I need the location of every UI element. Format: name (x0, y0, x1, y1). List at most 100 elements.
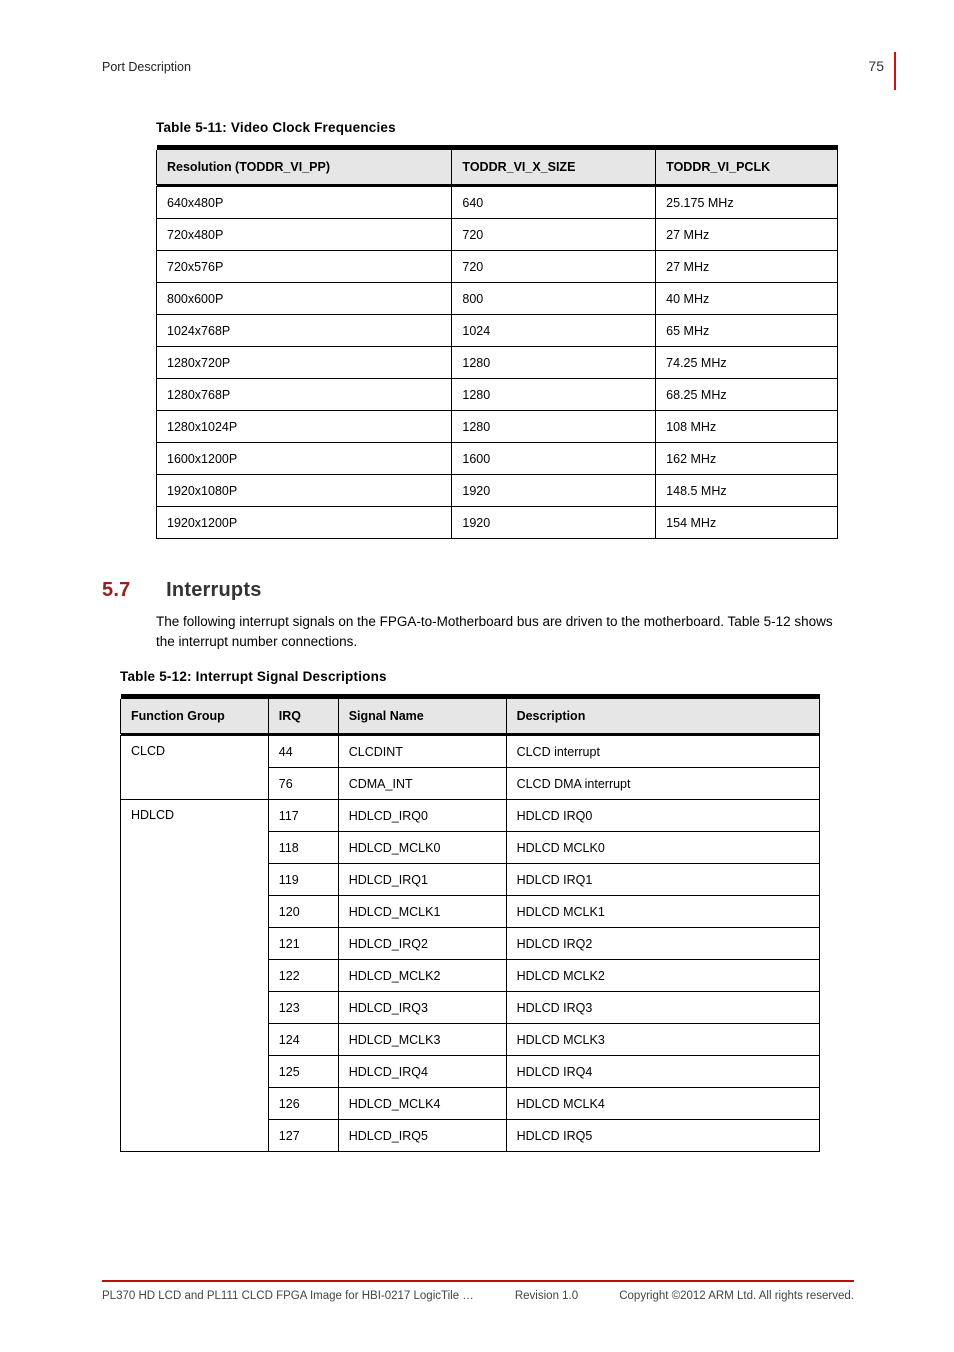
t2-cell-irq: 76 (268, 768, 338, 800)
table-row: 1280x1024P1280108 MHz (157, 411, 838, 443)
t1-cell-xsize: 1280 (452, 411, 656, 443)
table-row: 1280x768P128068.25 MHz (157, 379, 838, 411)
table-row: 720x576P72027 MHz (157, 251, 838, 283)
t1-cell-pclk: 65 MHz (656, 315, 838, 347)
t1-cell-resolution: 1920x1200P (157, 507, 452, 539)
t2-cell-signal: CLCDINT (338, 736, 506, 768)
t1-cell-resolution: 800x600P (157, 283, 452, 315)
t2-cell-irq: 118 (268, 832, 338, 864)
t2-cell-signal: HDLCD_IRQ3 (338, 992, 506, 1024)
t1-cell-pclk: 162 MHz (656, 443, 838, 475)
t1-cell-resolution: 1024x768P (157, 315, 452, 347)
table-row: 640x480P64025.175 MHz (157, 187, 838, 219)
t2-cell-signal: HDLCD_IRQ1 (338, 864, 506, 896)
t1-cell-resolution: 1280x768P (157, 379, 452, 411)
table-5-12: Function Group IRQ Signal Name Descripti… (120, 694, 820, 1152)
t2-cell-desc: HDLCD IRQ4 (506, 1056, 819, 1088)
t2-cell-irq: 126 (268, 1088, 338, 1120)
t1-cell-xsize: 1920 (452, 507, 656, 539)
t2-cell-desc: HDLCD IRQ1 (506, 864, 819, 896)
t1-cell-pclk: 27 MHz (656, 251, 838, 283)
t2-cell-signal: HDLCD_MCLK2 (338, 960, 506, 992)
t2-cell-irq: 117 (268, 800, 338, 832)
t1-cell-xsize: 1600 (452, 443, 656, 475)
t2-cell-irq: 44 (268, 736, 338, 768)
t2-cell-irq: 125 (268, 1056, 338, 1088)
t2-cell-signal: HDLCD_MCLK3 (338, 1024, 506, 1056)
table-row: 1024x768P102465 MHz (157, 315, 838, 347)
t2-cell-signal: HDLCD_IRQ2 (338, 928, 506, 960)
t1-cell-xsize: 800 (452, 283, 656, 315)
t2-cell-irq: 119 (268, 864, 338, 896)
page-number-corner: 75 (860, 58, 890, 76)
table-row: 1920x1200P1920154 MHz (157, 507, 838, 539)
t2-cell-signal: CDMA_INT (338, 768, 506, 800)
t1-cell-pclk: 40 MHz (656, 283, 838, 315)
section-heading: 5.7 Interrupts (102, 579, 854, 602)
t2-cell-irq: 127 (268, 1120, 338, 1152)
footer-rule (102, 1280, 854, 1282)
page-number-accent-bar (894, 52, 896, 90)
t1-cell-xsize: 720 (452, 251, 656, 283)
t2-cell-desc: HDLCD MCLK4 (506, 1088, 819, 1120)
t2-cell-signal: HDLCD_MCLK1 (338, 896, 506, 928)
table-row: 800x600P80040 MHz (157, 283, 838, 315)
t2-cell-group: HDLCD (121, 800, 269, 1152)
t1-cell-resolution: 1600x1200P (157, 443, 452, 475)
t1-cell-pclk: 25.175 MHz (656, 187, 838, 219)
section-body-text: The following interrupt signals on the F… (156, 612, 854, 651)
table-row: HDLCD117HDLCD_IRQ0HDLCD IRQ0 (121, 800, 820, 832)
t1-cell-xsize: 640 (452, 187, 656, 219)
page: 75 Port Description Table 5-11: Video Cl… (0, 0, 954, 1352)
t2-cell-desc: HDLCD MCLK3 (506, 1024, 819, 1056)
t1-cell-resolution: 720x576P (157, 251, 452, 283)
t1-cell-pclk: 27 MHz (656, 219, 838, 251)
t2-cell-desc: HDLCD MCLK1 (506, 896, 819, 928)
table-5-11: Resolution (TODDR_VI_PP) TODDR_VI_X_SIZE… (156, 145, 838, 539)
table-5-12-caption: Table 5-12: Interrupt Signal Description… (120, 669, 854, 684)
table-row: CLCD44CLCDINTCLCD interrupt (121, 736, 820, 768)
t1-cell-pclk: 148.5 MHz (656, 475, 838, 507)
t2-cell-desc: CLCD DMA interrupt (506, 768, 819, 800)
t2-cell-signal: HDLCD_MCLK4 (338, 1088, 506, 1120)
t2-cell-irq: 124 (268, 1024, 338, 1056)
table-5-11-caption: Table 5-11: Video Clock Frequencies (156, 120, 854, 135)
t2-cell-desc: HDLCD MCLK0 (506, 832, 819, 864)
t1-cell-pclk: 154 MHz (656, 507, 838, 539)
t2-cell-desc: HDLCD IRQ3 (506, 992, 819, 1024)
t2-cell-irq: 120 (268, 896, 338, 928)
t2-cell-irq: 121 (268, 928, 338, 960)
t2-cell-desc: HDLCD MCLK2 (506, 960, 819, 992)
t2-cell-desc: CLCD interrupt (506, 736, 819, 768)
page-footer: PL370 HD LCD and PL111 CLCD FPGA Image f… (102, 1280, 854, 1302)
footer-center: Revision 1.0 (515, 1290, 578, 1302)
page-number: 75 (868, 58, 890, 74)
t2-cell-desc: HDLCD IRQ5 (506, 1120, 819, 1152)
footer-left: PL370 HD LCD and PL111 CLCD FPGA Image f… (102, 1290, 474, 1302)
t1-cell-xsize: 1024 (452, 315, 656, 347)
t2-header-desc: Description (506, 699, 819, 734)
footer-right: Copyright ©2012 ARM Ltd. All rights rese… (619, 1290, 854, 1302)
t1-cell-resolution: 640x480P (157, 187, 452, 219)
t1-cell-resolution: 720x480P (157, 219, 452, 251)
section-title: Interrupts (166, 579, 261, 601)
t1-cell-resolution: 1920x1080P (157, 475, 452, 507)
t2-cell-signal: HDLCD_IRQ4 (338, 1056, 506, 1088)
table-row: 1600x1200P1600162 MHz (157, 443, 838, 475)
t1-cell-pclk: 68.25 MHz (656, 379, 838, 411)
t2-header-sig: Signal Name (338, 699, 506, 734)
t2-cell-irq: 122 (268, 960, 338, 992)
t2-cell-desc: HDLCD IRQ0 (506, 800, 819, 832)
t2-cell-irq: 123 (268, 992, 338, 1024)
table-row: 720x480P72027 MHz (157, 219, 838, 251)
t1-cell-xsize: 1280 (452, 379, 656, 411)
table-row: 1280x720P128074.25 MHz (157, 347, 838, 379)
running-header: Port Description (102, 60, 854, 74)
t1-header-xsize: TODDR_VI_X_SIZE (452, 150, 656, 185)
t2-cell-signal: HDLCD_IRQ5 (338, 1120, 506, 1152)
t1-cell-xsize: 720 (452, 219, 656, 251)
t2-cell-signal: HDLCD_IRQ0 (338, 800, 506, 832)
t1-cell-pclk: 74.25 MHz (656, 347, 838, 379)
t2-cell-group: CLCD (121, 736, 269, 800)
t1-cell-pclk: 108 MHz (656, 411, 838, 443)
